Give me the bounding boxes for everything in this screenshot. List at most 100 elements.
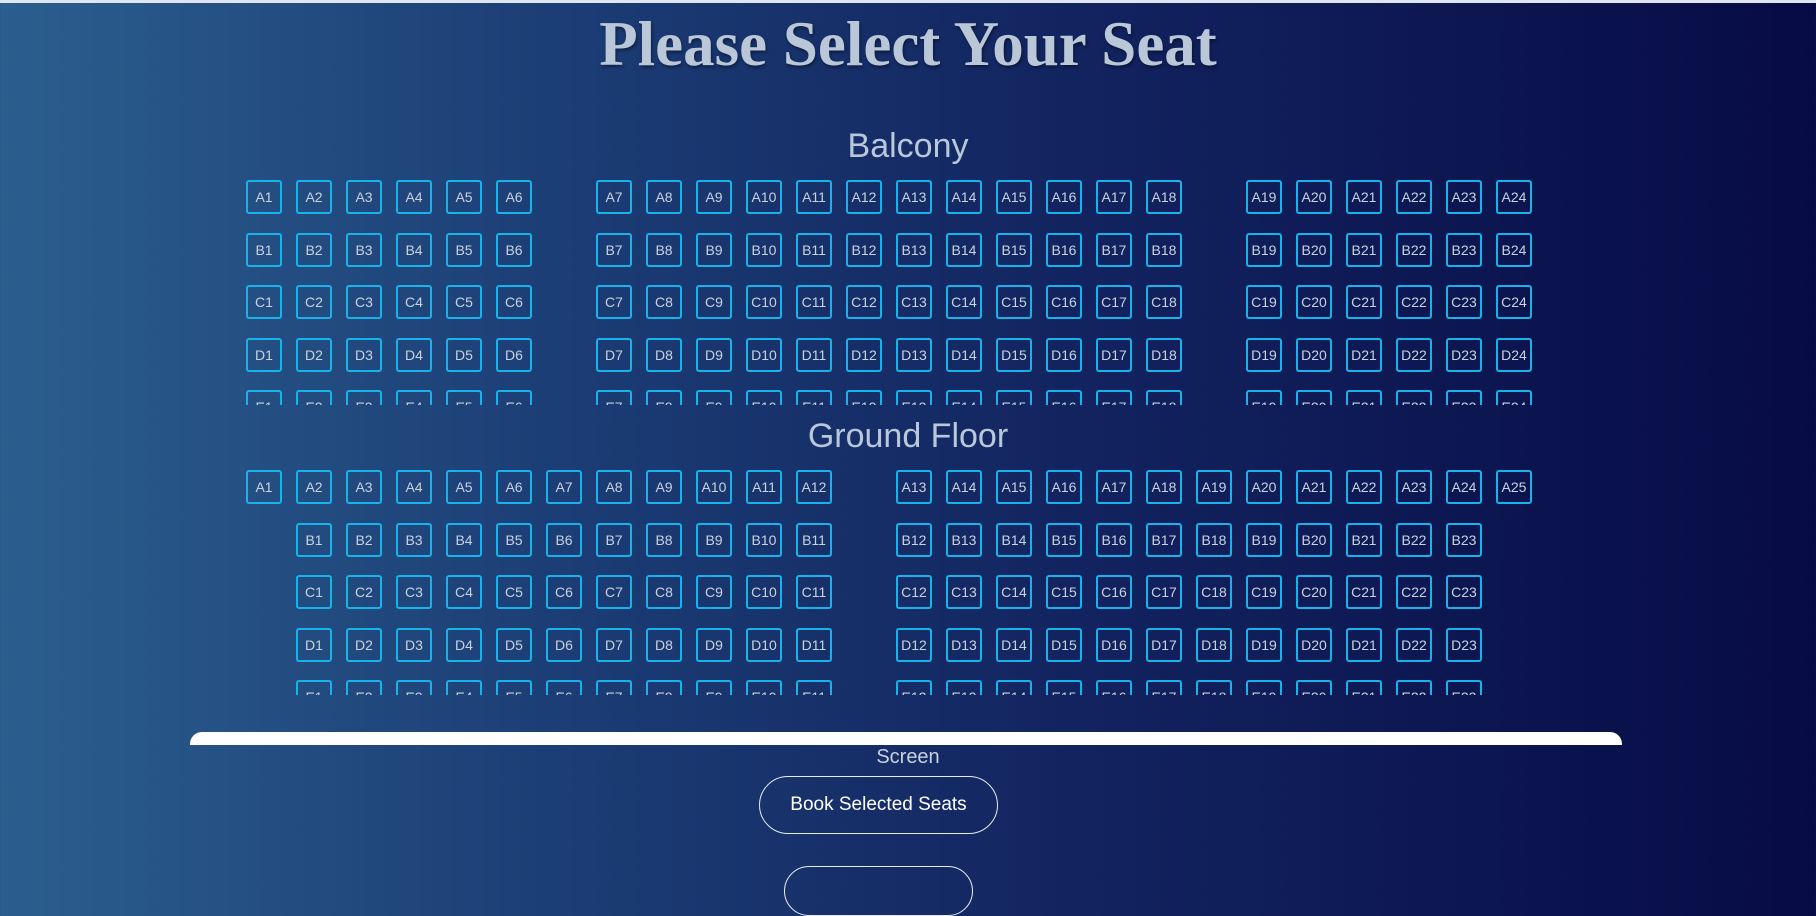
ground-floor-seat-E20[interactable]: E20 xyxy=(1296,680,1332,695)
ground-floor-seat-A10[interactable]: A10 xyxy=(696,470,732,504)
ground-floor-seat-E7[interactable]: E7 xyxy=(596,680,632,695)
balcony-seat-E9[interactable]: E9 xyxy=(696,390,732,405)
balcony-seat-A24[interactable]: A24 xyxy=(1496,180,1532,214)
balcony-seat-A3[interactable]: A3 xyxy=(346,180,382,214)
ground-floor-seat-E14[interactable]: E14 xyxy=(996,680,1032,695)
balcony-seat-A21[interactable]: A21 xyxy=(1346,180,1382,214)
ground-floor-seat-C19[interactable]: C19 xyxy=(1246,575,1282,609)
ground-floor-seat-E3[interactable]: E3 xyxy=(396,680,432,695)
balcony-seat-D13[interactable]: D13 xyxy=(896,337,932,372)
balcony-seat-D9[interactable]: D9 xyxy=(696,337,732,372)
ground-floor-seat-A16[interactable]: A16 xyxy=(1046,470,1082,504)
ground-floor-seat-C8[interactable]: C8 xyxy=(646,575,682,609)
balcony-seat-D14[interactable]: D14 xyxy=(946,337,982,372)
balcony-seat-D4[interactable]: D4 xyxy=(396,337,432,372)
balcony-seat-D17[interactable]: D17 xyxy=(1096,337,1132,372)
balcony-seat-C18[interactable]: C18 xyxy=(1146,285,1182,319)
balcony-seat-B13[interactable]: B13 xyxy=(896,232,932,267)
balcony-seat-E12[interactable]: E12 xyxy=(846,390,882,405)
balcony-seat-A8[interactable]: A8 xyxy=(646,180,682,214)
ground-floor-seat-A6[interactable]: A6 xyxy=(496,470,532,504)
balcony-seat-area[interactable]: A1 A2 A3 A4 A5 A6 A7 A8 A9 A10 A11 A12 A13 A14 A15 A16 A… xyxy=(244,179,1566,405)
balcony-seat-B9[interactable]: B9 xyxy=(696,232,732,267)
balcony-seat-E5[interactable]: E5 xyxy=(446,390,482,405)
balcony-seat-B21[interactable]: B21 xyxy=(1346,232,1382,267)
ground-floor-seat-E10[interactable]: E10 xyxy=(746,680,782,695)
balcony-seat-C11[interactable]: C11 xyxy=(796,285,832,319)
balcony-seat-E16[interactable]: E16 xyxy=(1046,390,1082,405)
balcony-seat-B22[interactable]: B22 xyxy=(1396,232,1432,267)
balcony-seat-D24[interactable]: D24 xyxy=(1496,337,1532,372)
ground-floor-seat-B8[interactable]: B8 xyxy=(646,522,682,557)
ground-floor-seat-C2[interactable]: C2 xyxy=(346,575,382,609)
ground-floor-seat-A17[interactable]: A17 xyxy=(1096,470,1132,504)
ground-floor-seat-E12[interactable]: E12 xyxy=(896,680,932,695)
balcony-seat-E8[interactable]: E8 xyxy=(646,390,682,405)
ground-floor-seat-D12[interactable]: D12 xyxy=(896,627,932,662)
ground-floor-seat-B1[interactable]: B1 xyxy=(296,522,332,557)
balcony-seat-C17[interactable]: C17 xyxy=(1096,285,1132,319)
balcony-seat-D20[interactable]: D20 xyxy=(1296,337,1332,372)
balcony-seat-C20[interactable]: C20 xyxy=(1296,285,1332,319)
balcony-seat-A6[interactable]: A6 xyxy=(496,180,532,214)
ground-floor-seat-D10[interactable]: D10 xyxy=(746,627,782,662)
ground-floor-seat-E22[interactable]: E22 xyxy=(1396,680,1432,695)
ground-floor-seat-D5[interactable]: D5 xyxy=(496,627,532,662)
ground-floor-seat-E8[interactable]: E8 xyxy=(646,680,682,695)
ground-floor-seat-C15[interactable]: C15 xyxy=(1046,575,1082,609)
ground-floor-seat-A3[interactable]: A3 xyxy=(346,470,382,504)
ground-floor-seat-B10[interactable]: B10 xyxy=(746,522,782,557)
ground-floor-seat-A7[interactable]: A7 xyxy=(546,470,582,504)
ground-floor-seat-D19[interactable]: D19 xyxy=(1246,627,1282,662)
balcony-seat-B17[interactable]: B17 xyxy=(1096,232,1132,267)
ground-floor-seat-A11[interactable]: A11 xyxy=(746,470,782,504)
balcony-seat-E19[interactable]: E19 xyxy=(1246,390,1282,405)
ground-floor-seat-C23[interactable]: C23 xyxy=(1446,575,1482,609)
ground-floor-seat-D2[interactable]: D2 xyxy=(346,627,382,662)
ground-floor-seat-C12[interactable]: C12 xyxy=(896,575,932,609)
balcony-seat-A15[interactable]: A15 xyxy=(996,180,1032,214)
ground-floor-seat-A21[interactable]: A21 xyxy=(1296,470,1332,504)
ground-floor-seat-D15[interactable]: D15 xyxy=(1046,627,1082,662)
ground-floor-seat-C22[interactable]: C22 xyxy=(1396,575,1432,609)
ground-floor-seat-D17[interactable]: D17 xyxy=(1146,627,1182,662)
balcony-seat-D2[interactable]: D2 xyxy=(296,337,332,372)
ground-floor-seat-A24[interactable]: A24 xyxy=(1446,470,1482,504)
balcony-seat-E3[interactable]: E3 xyxy=(346,390,382,405)
balcony-seat-B5[interactable]: B5 xyxy=(446,232,482,267)
balcony-seat-C22[interactable]: C22 xyxy=(1396,285,1432,319)
ground-floor-seat-A8[interactable]: A8 xyxy=(596,470,632,504)
balcony-seat-D3[interactable]: D3 xyxy=(346,337,382,372)
ground-floor-seat-D6[interactable]: D6 xyxy=(546,627,582,662)
balcony-seat-D12[interactable]: D12 xyxy=(846,337,882,372)
ground-floor-seat-D22[interactable]: D22 xyxy=(1396,627,1432,662)
balcony-seat-D23[interactable]: D23 xyxy=(1446,337,1482,372)
balcony-seat-C14[interactable]: C14 xyxy=(946,285,982,319)
ground-floor-seat-E19[interactable]: E19 xyxy=(1246,680,1282,695)
balcony-seat-C10[interactable]: C10 xyxy=(746,285,782,319)
ground-floor-seat-D16[interactable]: D16 xyxy=(1096,627,1132,662)
ground-floor-seat-B15[interactable]: B15 xyxy=(1046,522,1082,557)
ground-floor-seat-C4[interactable]: C4 xyxy=(446,575,482,609)
ground-floor-seat-D7[interactable]: D7 xyxy=(596,627,632,662)
ground-floor-seat-A2[interactable]: A2 xyxy=(296,470,332,504)
balcony-seat-B16[interactable]: B16 xyxy=(1046,232,1082,267)
balcony-seat-E10[interactable]: E10 xyxy=(746,390,782,405)
balcony-seat-D1[interactable]: D1 xyxy=(246,337,282,372)
balcony-seat-E4[interactable]: E4 xyxy=(396,390,432,405)
ground-floor-seat-D18[interactable]: D18 xyxy=(1196,627,1232,662)
balcony-seat-D6[interactable]: D6 xyxy=(496,337,532,372)
balcony-seat-B18[interactable]: B18 xyxy=(1146,232,1182,267)
balcony-seat-C16[interactable]: C16 xyxy=(1046,285,1082,319)
balcony-seat-A1[interactable]: A1 xyxy=(246,180,282,214)
ground-floor-seat-C11[interactable]: C11 xyxy=(796,575,832,609)
balcony-seat-A18[interactable]: A18 xyxy=(1146,180,1182,214)
balcony-seat-B7[interactable]: B7 xyxy=(596,232,632,267)
balcony-seat-D21[interactable]: D21 xyxy=(1346,337,1382,372)
ground-floor-seat-B3[interactable]: B3 xyxy=(396,522,432,557)
ground-floor-seat-C21[interactable]: C21 xyxy=(1346,575,1382,609)
ground-floor-seat-E17[interactable]: E17 xyxy=(1146,680,1182,695)
ground-floor-seat-E6[interactable]: E6 xyxy=(546,680,582,695)
ground-floor-seat-D4[interactable]: D4 xyxy=(446,627,482,662)
balcony-seat-E11[interactable]: E11 xyxy=(796,390,832,405)
